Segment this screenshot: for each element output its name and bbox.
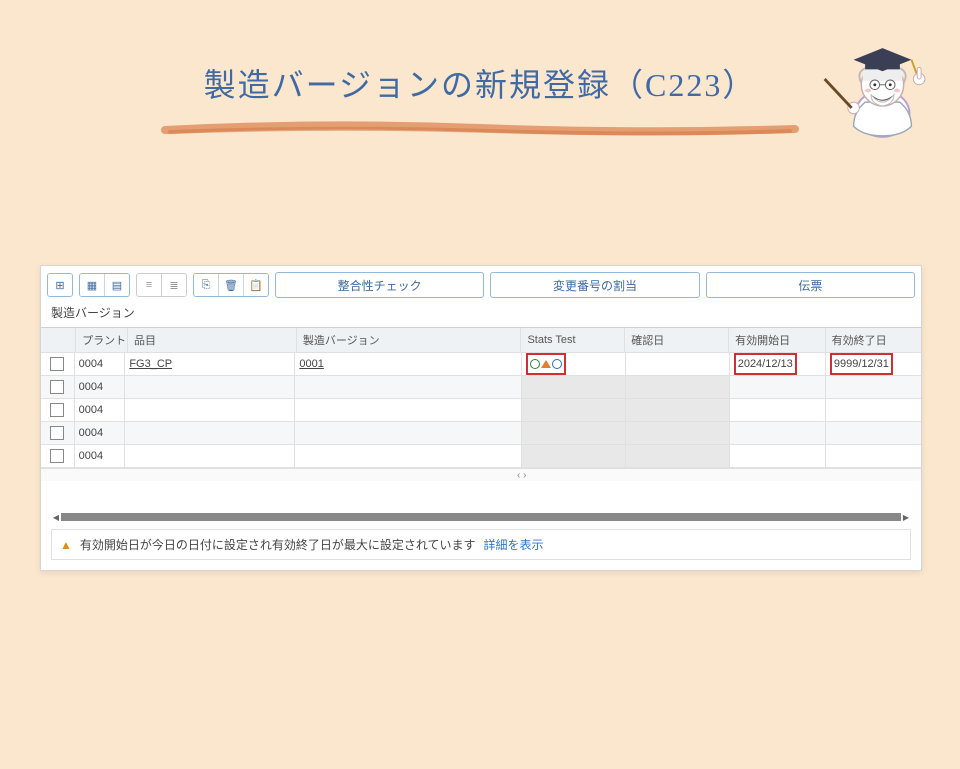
scroll-left-icon[interactable]: ◀	[51, 512, 61, 522]
table-row[interactable]: 0004	[41, 445, 921, 468]
warning-icon: ▲	[60, 538, 72, 552]
row-checkbox[interactable]	[50, 357, 64, 371]
status-bar: ▲ 有効開始日が今日の日付に設定され有効終了日が最大に設定されています 詳細を表…	[51, 529, 911, 560]
slip-button[interactable]: 伝票	[706, 272, 915, 298]
cell-plant: 0004	[75, 445, 126, 467]
insert-row-icon[interactable]: ⊞	[48, 274, 72, 296]
row-checkbox[interactable]	[50, 380, 64, 394]
col-version[interactable]: 製造バージョン	[297, 328, 522, 352]
row-checkbox[interactable]	[50, 426, 64, 440]
stats-highlight	[526, 353, 566, 375]
mascot-professor	[815, 25, 950, 160]
grid-horizontal-scroll-hint[interactable]: ‹ ›	[41, 468, 921, 481]
col-confirm-date[interactable]: 確認日	[625, 328, 729, 352]
horizontal-scrollbar[interactable]: ◀ ▶	[51, 511, 911, 523]
col-item[interactable]: 品目	[128, 328, 297, 352]
paste-icon[interactable]: 📋	[244, 274, 268, 296]
toolbar: ⊞ ▦ ▤ ≡ ≣ ⎘ 🗑 📋 整合性チェック 変更番号の割当 伝票	[41, 266, 921, 302]
cell-confirm-date	[626, 353, 730, 375]
col-valid-from[interactable]: 有効開始日	[729, 328, 825, 352]
row-checkbox[interactable]	[50, 449, 64, 463]
table-row[interactable]: 0004	[41, 399, 921, 422]
cell-item-link[interactable]: FG3_CP	[129, 358, 172, 370]
col-valid-to[interactable]: 有効終了日	[826, 328, 921, 352]
sap-panel: ⊞ ▦ ▤ ≡ ≣ ⎘ 🗑 📋 整合性チェック 変更番号の割当 伝票 製造バージ…	[40, 265, 922, 571]
valid-from-highlight: 2024/12/13	[734, 353, 797, 375]
cell-valid-from: 2024/12/13	[738, 358, 793, 370]
cell-valid-to: 9999/12/31	[834, 358, 889, 370]
cell-plant: 0004	[75, 353, 126, 375]
delete-icon[interactable]: 🗑	[219, 274, 244, 296]
copy-icon[interactable]: ⎘	[194, 274, 219, 296]
layout-list-icon[interactable]: ▤	[105, 274, 129, 296]
row-checkbox[interactable]	[50, 403, 64, 417]
status-message: 有効開始日が今日の日付に設定され有効終了日が最大に設定されています	[80, 536, 476, 553]
scroll-right-icon[interactable]: ▶	[901, 512, 911, 522]
cell-plant: 0004	[75, 422, 126, 444]
cell-version-link[interactable]: 0001	[299, 358, 323, 370]
title-underline	[160, 118, 800, 140]
layout-grid-icon[interactable]: ▦	[80, 274, 105, 296]
table-row[interactable]: 0004 FG3_CP 0001 2024/12/13	[41, 353, 921, 376]
valid-to-highlight: 9999/12/31	[830, 353, 893, 375]
assign-change-number-button[interactable]: 変更番号の割当	[490, 272, 699, 298]
status-detail-link[interactable]: 詳細を表示	[484, 536, 544, 553]
cell-plant: 0004	[75, 399, 126, 421]
stats-test-icons	[530, 359, 562, 369]
section-label: 製造バージョン	[41, 302, 921, 327]
cell-plant: 0004	[75, 376, 126, 398]
col-stats[interactable]: Stats Test	[521, 328, 625, 352]
col-plant[interactable]: プラント	[76, 328, 128, 352]
table-row[interactable]: 0004	[41, 422, 921, 445]
sort-asc-icon[interactable]: ≡	[137, 274, 162, 296]
consistency-check-button[interactable]: 整合性チェック	[275, 272, 484, 298]
sort-desc-icon[interactable]: ≣	[162, 274, 186, 296]
table-row[interactable]: 0004	[41, 376, 921, 399]
data-grid: プラント 品目 製造バージョン Stats Test 確認日 有効開始日 有効終…	[41, 327, 921, 481]
